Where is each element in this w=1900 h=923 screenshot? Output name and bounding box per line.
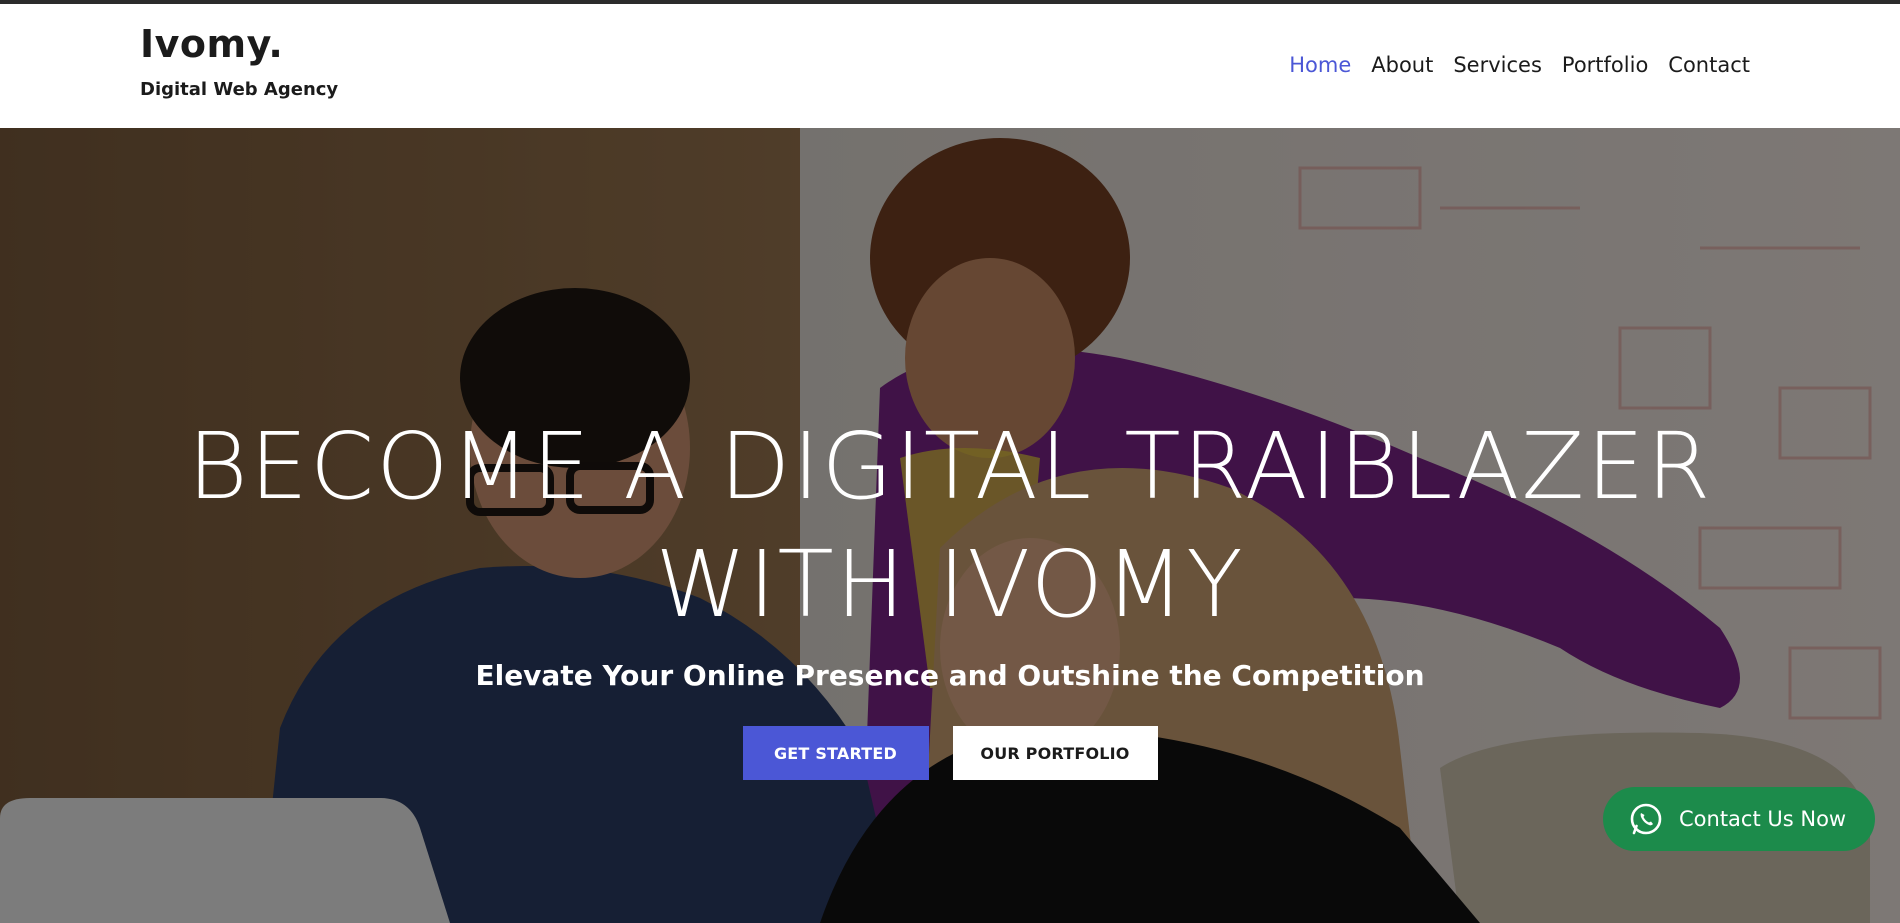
hero-title: BECOME A DIGITAL TRAIBLAZER WITH IVOMY [100,408,1800,644]
nav-services[interactable]: Services [1453,52,1542,78]
hero-subtitle: Elevate Your Online Presence and Outshin… [475,659,1425,692]
get-started-button[interactable]: GET STARTED [742,726,929,780]
hero-title-line2: WITH IVOMY [655,531,1245,638]
our-portfolio-button[interactable]: OUR PORTFOLIO [952,726,1158,780]
whatsapp-contact-button[interactable]: Contact Us Now [1603,787,1875,851]
hero-buttons: GET STARTED OUR PORTFOLIO [0,726,1900,780]
nav-portfolio[interactable]: Portfolio [1562,52,1648,78]
nav-about[interactable]: About [1371,52,1433,78]
main-nav: Home About Services Portfolio Contact [1289,52,1750,78]
brand-logo-text[interactable]: Ivomy. [140,22,338,66]
nav-home[interactable]: Home [1289,52,1351,78]
nav-contact[interactable]: Contact [1668,52,1750,78]
site-header: Ivomy. Digital Web Agency Home About Ser… [0,4,1900,128]
brand-tagline: Digital Web Agency [140,79,339,100]
page: Ivomy. Digital Web Agency Home About Ser… [0,0,1900,923]
contact-us-label: Contact Us Now [1679,807,1847,831]
hero-title-line1: BECOME A DIGITAL TRAIBLAZER [187,413,1713,520]
brand[interactable]: Ivomy. Digital Web Agency [140,22,338,100]
whatsapp-icon [1630,803,1662,835]
